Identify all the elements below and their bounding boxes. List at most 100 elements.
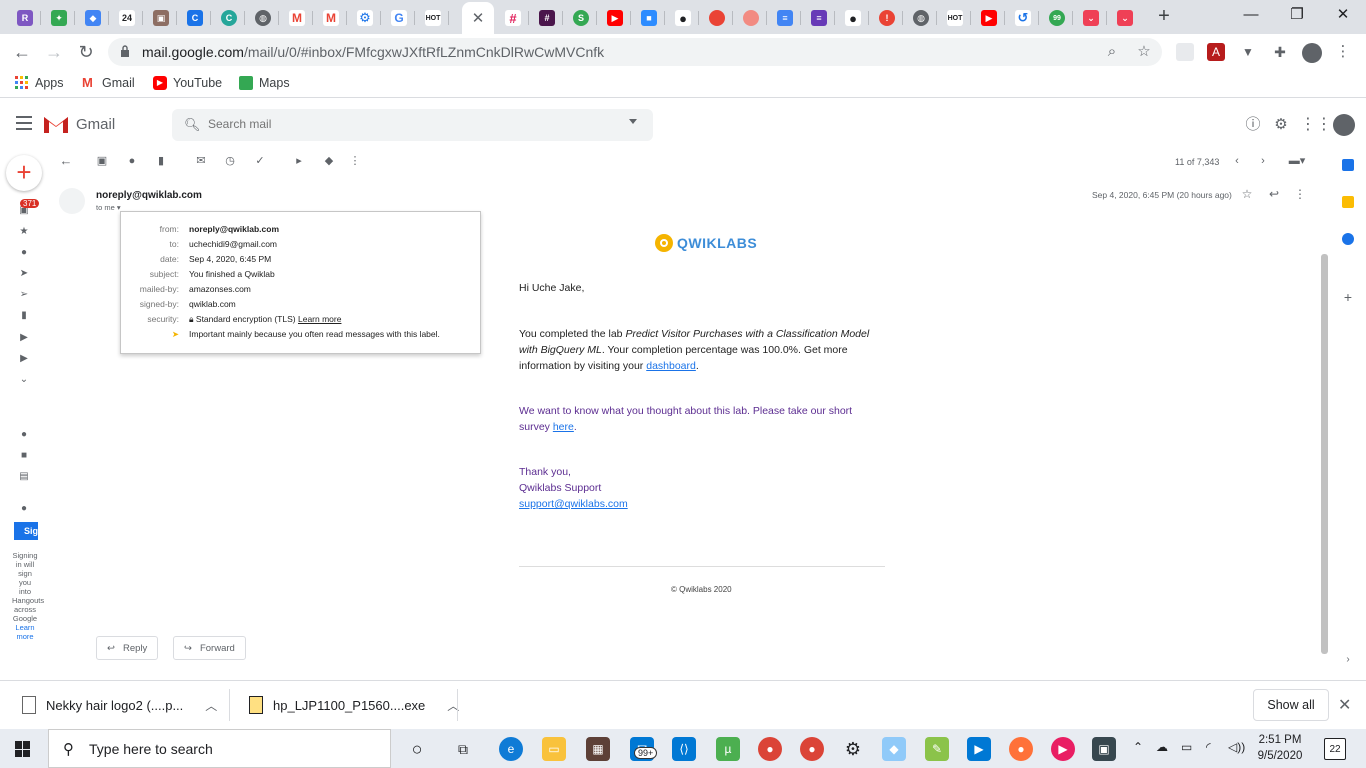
close-downloads-icon[interactable]: ✕ xyxy=(1338,695,1351,715)
tab-s-green[interactable]: S xyxy=(565,4,597,32)
windows-start-icon[interactable] xyxy=(15,741,31,757)
starred-icon[interactable]: ★ xyxy=(18,226,30,238)
search-bar[interactable]: 🔍︎ xyxy=(172,109,653,141)
compose-button[interactable]: + xyxy=(6,155,42,191)
important-icon[interactable]: ➤ xyxy=(18,268,30,280)
tab-hot-2[interactable]: HOT xyxy=(939,4,971,32)
label-icon[interactable]: ▶ xyxy=(18,332,30,344)
system-clock[interactable]: 2:51 PM 9/5/2020 xyxy=(1252,732,1308,764)
back-to-inbox-icon[interactable]: ← xyxy=(59,154,73,168)
bookmark-maps[interactable]: Maps xyxy=(239,76,290,90)
drafts-icon[interactable]: ▮ xyxy=(18,310,30,322)
paint-icon[interactable]: ✎ xyxy=(925,737,949,761)
download-item[interactable]: hp_LJP1100_P1560....exe ︿ xyxy=(249,689,459,721)
tab-media[interactable]: ▣ xyxy=(145,4,177,32)
store-icon[interactable]: ▦ xyxy=(586,737,610,761)
onedrive-icon[interactable]: ☁ xyxy=(1156,740,1168,754)
chevron-up-icon[interactable]: ︿ xyxy=(205,697,217,714)
file-explorer-icon[interactable]: ▭ xyxy=(542,737,566,761)
video-icon[interactable]: ■ xyxy=(18,450,30,462)
tab-slack[interactable]: # xyxy=(497,4,529,32)
tab-diamond[interactable]: ◆ xyxy=(77,4,109,32)
download-item[interactable]: Nekky hair logo2 (....p... ︿ xyxy=(22,689,217,721)
older-chevron-icon[interactable]: › xyxy=(1256,154,1270,168)
close-window-button[interactable]: ✕ xyxy=(1320,4,1366,26)
show-all-downloads-button[interactable]: Show all xyxy=(1253,689,1329,721)
bookmark-apps[interactable]: Apps xyxy=(15,76,64,90)
notification-center-icon[interactable]: 22 xyxy=(1324,738,1346,760)
utorrent-icon[interactable]: µ xyxy=(716,737,740,761)
vscode-icon[interactable]: ⟨⟩ xyxy=(672,737,696,761)
star-icon[interactable]: ☆ xyxy=(1239,186,1255,202)
move-to-icon[interactable]: ▸ xyxy=(292,154,306,168)
reply-icon[interactable]: ↩ xyxy=(1266,186,1282,202)
tab-24[interactable]: 24 xyxy=(111,4,143,32)
delete-icon[interactable]: ▮ xyxy=(154,154,168,168)
profile-avatar[interactable] xyxy=(1302,43,1322,63)
calendar-icon[interactable] xyxy=(1342,159,1354,171)
account-avatar[interactable] xyxy=(1333,114,1355,136)
tab-settings[interactable]: ⚙ xyxy=(349,4,381,32)
search-input[interactable] xyxy=(208,117,608,131)
snoozed-icon[interactable]: ● xyxy=(18,247,30,259)
dashboard-link[interactable]: dashboard xyxy=(646,360,696,372)
snooze-icon[interactable]: ◷ xyxy=(223,154,237,168)
tab-r-app[interactable]: R xyxy=(9,4,41,32)
main-menu-icon[interactable] xyxy=(16,116,32,130)
more-icon[interactable]: ⋮ xyxy=(1292,186,1308,202)
tab-forms[interactable]: ≡ xyxy=(803,4,835,32)
firefox-icon[interactable]: ● xyxy=(1009,737,1033,761)
tab-c-blue[interactable]: C xyxy=(179,4,211,32)
tab-pocket-2[interactable]: ⌄ xyxy=(1109,4,1141,32)
tab-docs[interactable]: ≡ xyxy=(769,4,801,32)
virtualbox-icon[interactable]: ▣ xyxy=(1092,737,1116,761)
tab-c-teal[interactable]: C xyxy=(213,4,245,32)
new-tab-button[interactable]: + xyxy=(1153,5,1175,27)
hangouts-learn-more-link[interactable]: Learn more xyxy=(15,623,34,641)
tab-github-1[interactable]: ● xyxy=(667,4,699,32)
tab-hot-1[interactable]: HOT xyxy=(417,4,449,32)
zoom-icon[interactable]: ⌕ xyxy=(1102,42,1122,62)
close-tab-icon[interactable]: ✕ xyxy=(472,9,485,27)
tab-puzzle[interactable]: ✦ xyxy=(43,4,75,32)
battery-icon[interactable]: ▭ xyxy=(1181,740,1192,754)
security-learn-more-link[interactable]: Learn more xyxy=(298,314,341,324)
tab-orange[interactable] xyxy=(735,4,767,32)
tab-pocket-1[interactable]: ⌄ xyxy=(1075,4,1107,32)
wifi-icon[interactable]: ◜ xyxy=(1206,740,1211,754)
tab-active-gmail[interactable]: ✕ xyxy=(462,2,494,34)
more-actions-icon[interactable]: ⋮ xyxy=(348,154,362,168)
google-apps-icon[interactable]: ⋮⋮ xyxy=(1300,115,1332,135)
tab-alert[interactable]: ! xyxy=(871,4,903,32)
edge-icon[interactable]: e xyxy=(499,737,523,761)
newer-chevron-icon[interactable]: ‹ xyxy=(1230,154,1244,168)
hangouts-location-icon[interactable]: ● xyxy=(18,429,30,441)
tab-youtube-1[interactable]: ▶ xyxy=(599,4,631,32)
tab-globe-1[interactable]: ◍ xyxy=(247,4,279,32)
maximize-button[interactable]: ❐ xyxy=(1274,4,1320,26)
task-view-icon[interactable]: ⧉ xyxy=(451,737,475,761)
keyboard-icon[interactable]: ▤ xyxy=(18,471,30,483)
scrollbar[interactable] xyxy=(1321,254,1328,654)
add-addon-icon[interactable]: + xyxy=(1342,290,1354,304)
search-icon[interactable]: 🔍︎ xyxy=(184,117,201,133)
volume-icon[interactable]: ◁)) xyxy=(1228,740,1245,754)
more-chevron-icon[interactable]: ⌄ xyxy=(18,374,30,386)
support-email-link[interactable]: support@qwiklabs.com xyxy=(519,498,628,510)
tab-history[interactable]: ↺ xyxy=(1007,4,1039,32)
browser-menu-icon[interactable]: ⋮ xyxy=(1334,43,1352,61)
reply-button[interactable]: ↩ Reply xyxy=(96,636,159,660)
tab-99[interactable]: 99 xyxy=(1041,4,1073,32)
input-tools-icon[interactable]: ▬▾ xyxy=(1286,154,1308,168)
address-bar[interactable]: mail.google.com/mail/u/0/#inbox/FMfcgxwJ… xyxy=(108,38,1162,66)
recipient-toggle[interactable]: to me ▾ xyxy=(96,203,121,212)
gmail-logo[interactable]: Gmail xyxy=(44,115,115,133)
settings-gear-icon[interactable]: ⚙ xyxy=(1271,115,1291,135)
bookmark-star-icon[interactable]: ☆ xyxy=(1134,42,1154,62)
minimize-button[interactable]: — xyxy=(1228,4,1274,26)
settings-icon[interactable]: ⚙ xyxy=(841,737,865,761)
tab-youtube-2[interactable]: ▶ xyxy=(973,4,1005,32)
video-editor-icon[interactable]: ▶ xyxy=(1051,737,1075,761)
labels-icon[interactable]: ◆ xyxy=(322,154,336,168)
reload-button[interactable]: ↻ xyxy=(74,40,98,64)
